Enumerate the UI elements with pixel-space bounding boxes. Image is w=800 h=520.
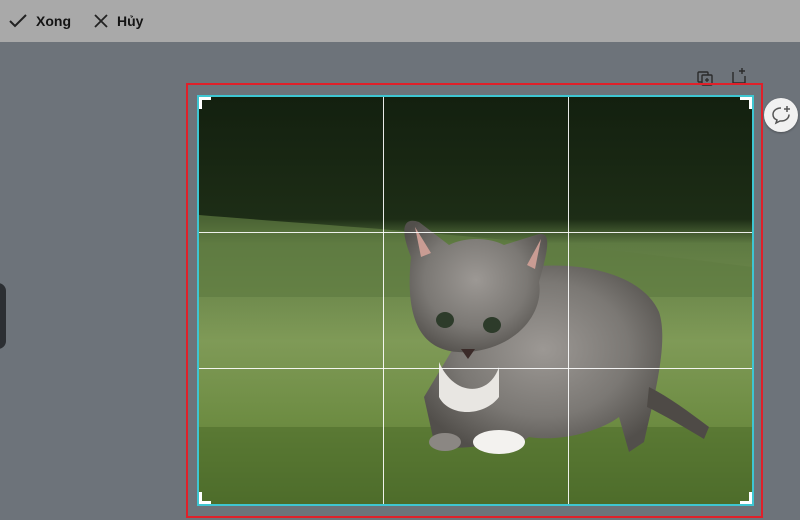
add-comment-button[interactable] — [764, 98, 798, 132]
done-label: Xong — [36, 13, 71, 29]
grid-line-vertical-2 — [568, 97, 569, 504]
check-icon — [9, 14, 27, 28]
grid-line-horizontal-1 — [199, 232, 752, 233]
close-icon — [94, 14, 108, 28]
done-button[interactable]: Xong — [8, 0, 81, 42]
side-panel-handle[interactable] — [0, 283, 6, 349]
crop-handle-top-left[interactable] — [199, 97, 211, 109]
cancel-button[interactable]: Hủy — [93, 0, 153, 42]
cancel-label: Hủy — [117, 13, 144, 29]
crop-toolbar: Xong Hủy — [0, 0, 800, 42]
crop-handle-bottom-left[interactable] — [199, 492, 211, 504]
grid-line-vertical-1 — [383, 97, 384, 504]
crop-handle-bottom-right[interactable] — [740, 492, 752, 504]
grid-line-horizontal-2 — [199, 368, 752, 369]
kitten-photo — [199, 97, 752, 504]
crop-area[interactable] — [197, 95, 754, 506]
add-comment-icon — [772, 106, 790, 125]
crop-handle-top-right[interactable] — [740, 97, 752, 109]
